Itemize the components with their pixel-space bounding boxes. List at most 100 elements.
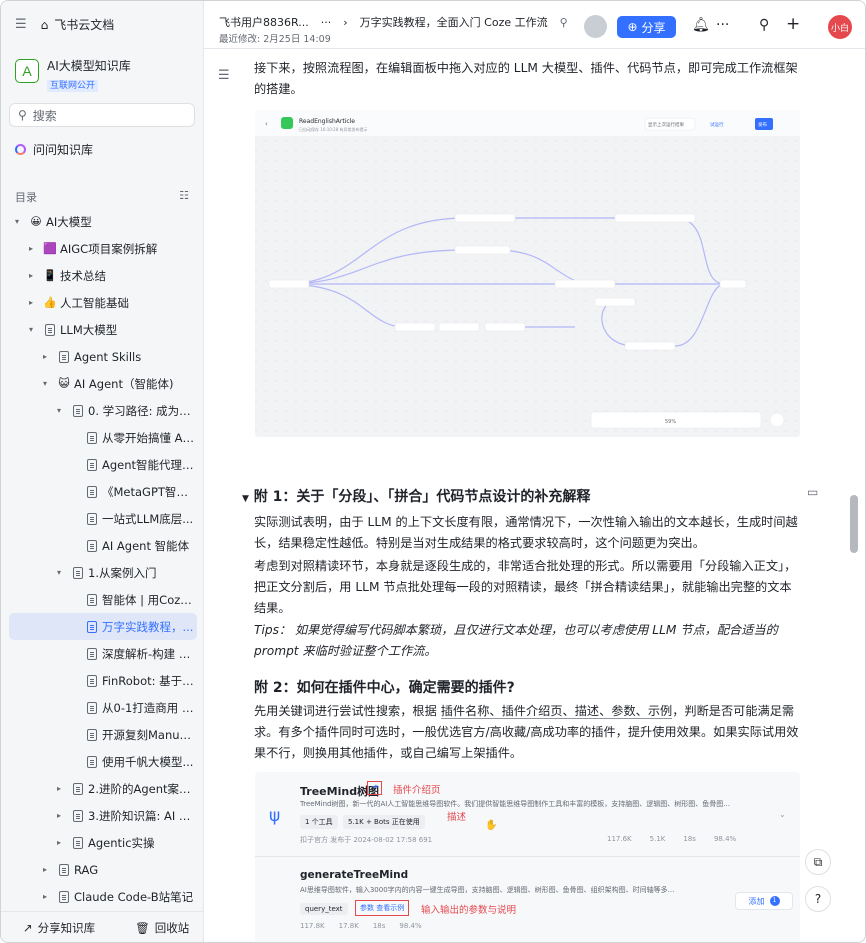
tree-item[interactable]: 万字实践教程，... <box>9 613 197 640</box>
tree-item-label: 使用千帆大模型... <box>102 754 194 769</box>
doc-glyph <box>73 782 83 795</box>
tree-item[interactable]: ▸ Claude Code-B站笔记 <box>9 883 197 910</box>
recycle-bin-button[interactable]: 🗑 回收站 <box>135 920 189 936</box>
help-icon[interactable]: ? <box>805 886 831 912</box>
tree-item[interactable]: 一站式LLM底层... <box>9 505 197 532</box>
home-icon: ⌂ <box>40 17 49 32</box>
search-input[interactable]: ⚲ 搜索 <box>9 103 195 127</box>
home-link[interactable]: ⌂ 飞书云文档 <box>41 16 115 33</box>
emoji-icon: 🟪 <box>43 242 57 255</box>
add-plugin-button[interactable]: 添加 1 <box>735 892 793 910</box>
search-doc-icon[interactable]: ⚲ <box>759 17 769 33</box>
tree-item[interactable]: ▾ 1.从案例入门 <box>9 559 197 586</box>
tree-item[interactable]: 从零开始搞懂 AI ... <box>9 424 197 451</box>
collaborator-avatar[interactable] <box>584 15 607 38</box>
caret-right-icon[interactable]: ▸ <box>29 271 33 280</box>
user-avatar[interactable]: 小白 <box>828 15 852 39</box>
outline-icon[interactable]: ☰ <box>218 68 230 83</box>
tree-item[interactable]: ▸ 3.进阶知识篇: AI A... <box>9 802 197 829</box>
scrollbar[interactable] <box>850 495 858 553</box>
section-heading-appendix-1: ▼ 附 1：关于「分段」、「拼合」代码节点设计的补充解释 <box>242 486 590 506</box>
collapse-caret-icon[interactable]: ▼ <box>242 494 249 504</box>
comment-icon[interactable]: ▭ <box>807 485 818 499</box>
share-button[interactable]: ⊕ 分享 <box>617 16 676 38</box>
ask-kb-button[interactable]: 问问知识库 <box>15 141 93 158</box>
tree-item-label: 从0-1打造商用 A... <box>102 700 195 715</box>
caret-down-icon[interactable]: ▾ <box>29 325 33 334</box>
share-kb-button[interactable]: ↗ 分享知识库 <box>23 920 95 936</box>
tree-item[interactable]: ▸ 📱 技术总结 <box>9 262 197 289</box>
caret-right-icon[interactable]: ▸ <box>57 811 61 820</box>
doc-glyph <box>87 728 97 741</box>
tree-item[interactable]: AI Agent 智能体 <box>9 532 197 559</box>
doc-glyph <box>87 593 97 606</box>
pin-icon[interactable]: ⚲ <box>560 16 568 29</box>
tree-item[interactable]: ▸ RAG <box>9 856 197 883</box>
tree-item[interactable]: ▸ 🟪 AIGC项目案例拆解 <box>9 235 197 262</box>
caret-right-icon[interactable]: ▸ <box>29 244 33 253</box>
last-run-button[interactable]: 显示上次运行结果 <box>648 121 684 128</box>
caret-down-icon[interactable]: ▾ <box>43 379 47 388</box>
workflow-status: 已自动保存 16:10:28 有异常发布提示 <box>299 126 368 132</box>
paragraph-appendix-2: 先用关键词进行尝试性搜索，根据 插件名称、插件介绍页、描述、参数、示例，判断是否… <box>254 701 802 764</box>
paragraph-appendix-1a: 实际测试表明，由于 LLM 的上下文长度有限，通常情况下，一次性输入输出的文本越… <box>254 515 798 550</box>
caret-down-icon[interactable]: ▾ <box>15 217 19 226</box>
bell-icon[interactable]: 🔔︎ <box>692 17 710 33</box>
intro-page-icon[interactable]: ⇥ <box>367 781 382 795</box>
toc-settings-icon[interactable]: ☷ <box>179 189 189 205</box>
caret-down-icon[interactable]: ▾ <box>57 568 61 577</box>
tool-stat-4: 98.4% <box>399 922 422 930</box>
tree-item[interactable]: ▸ Agentic实操 <box>9 829 197 856</box>
stat-3: 18s <box>683 835 696 843</box>
copy-link-icon[interactable]: ⧉ <box>805 849 831 875</box>
collapse-sidebar-icon[interactable]: ☰ <box>15 17 27 32</box>
tree-item[interactable]: ▾ 0. 学习路径: 成为基... <box>9 397 197 424</box>
tree-item[interactable]: ▸ 👍 人工智能基础 <box>9 289 197 316</box>
caret-right-icon[interactable]: ▸ <box>57 838 61 847</box>
tips-paragraph: Tips： 如果觉得编写代码脚本繁琐，且仅进行文本处理，也可以考虑使用 LLM … <box>254 623 778 658</box>
breadcrumb-more[interactable]: ··· <box>321 16 332 29</box>
tree-item[interactable]: FinRobot: 基于L... <box>9 667 197 694</box>
tree-item[interactable]: 从0-1打造商用 A... <box>9 694 197 721</box>
knowledge-base-header[interactable]: A AI大模型知识库 互联网公开 <box>15 59 131 92</box>
doc-tree: ▾ 😀 AI大模型 ▸ 🟪 AIGC项目案例拆解 ▸ 📱 技术总结 ▸ 👍 人工智能基础 ▾ LLM大模型… <box>9 208 197 910</box>
tree-item-label: FinRobot: 基于L... <box>102 673 195 688</box>
param-example-link[interactable]: 参数 查看示例 <box>355 900 410 916</box>
tree-item[interactable]: ▾ 😺 AI Agent（智能体) <box>9 370 197 397</box>
doc-icon <box>72 404 84 417</box>
expand-chevron-icon[interactable]: ⌄ <box>779 810 786 819</box>
tree-item[interactable]: Agent智能代理开... <box>9 451 197 478</box>
tree-item[interactable]: ▸ 2.进阶的Agent案例... <box>9 775 197 802</box>
doc-icon <box>44 323 56 336</box>
more-icon[interactable]: ··· <box>716 17 729 33</box>
caret-right-icon[interactable]: ▸ <box>57 784 61 793</box>
breadcrumb-owner[interactable]: 飞书用户8836R... <box>219 14 309 30</box>
doc-icon <box>58 863 70 876</box>
doc-glyph <box>87 674 97 687</box>
emoji-icon: 📱 <box>43 269 57 282</box>
tree-item[interactable]: 开源复刻Manus... <box>9 721 197 748</box>
tree-item[interactable]: 《MetaGPT智能... <box>9 478 197 505</box>
tree-item[interactable]: ▾ LLM大模型 <box>9 316 197 343</box>
tool-desc: AI思维导图软件，输入3000字内的内容一键生成导图，支持脑图、逻辑图、树形图、… <box>300 886 675 894</box>
caret-right-icon[interactable]: ▸ <box>43 865 47 874</box>
publish-button[interactable]: 发布 <box>758 121 767 128</box>
plus-icon[interactable]: + <box>786 14 800 34</box>
kb-avatar: A <box>15 59 39 83</box>
caret-right-icon[interactable]: ▸ <box>29 298 33 307</box>
caret-right-icon[interactable]: ▸ <box>43 892 47 901</box>
doc-icon <box>86 701 98 714</box>
zoom-level[interactable]: 59% <box>665 419 676 425</box>
tree-item[interactable]: 使用千帆大模型... <box>9 748 197 775</box>
tree-item[interactable]: 深度解析-构建 A... <box>9 640 197 667</box>
divider <box>255 856 800 857</box>
tree-item[interactable]: ▾ 😀 AI大模型 <box>9 208 197 235</box>
tree-item[interactable]: ▸ Agent Skills <box>9 343 197 370</box>
emoji-icon: 😀 <box>30 215 42 228</box>
globe-icon: ⊕ <box>627 20 638 34</box>
caret-right-icon[interactable]: ▸ <box>43 352 47 361</box>
tree-item[interactable]: 智能体 | 用Coze... <box>9 586 197 613</box>
test-run-button[interactable]: 试运行 <box>710 121 724 128</box>
caret-down-icon[interactable]: ▾ <box>57 406 61 415</box>
last-modified: 最近修改: 2月25日 14:09 <box>219 34 331 45</box>
